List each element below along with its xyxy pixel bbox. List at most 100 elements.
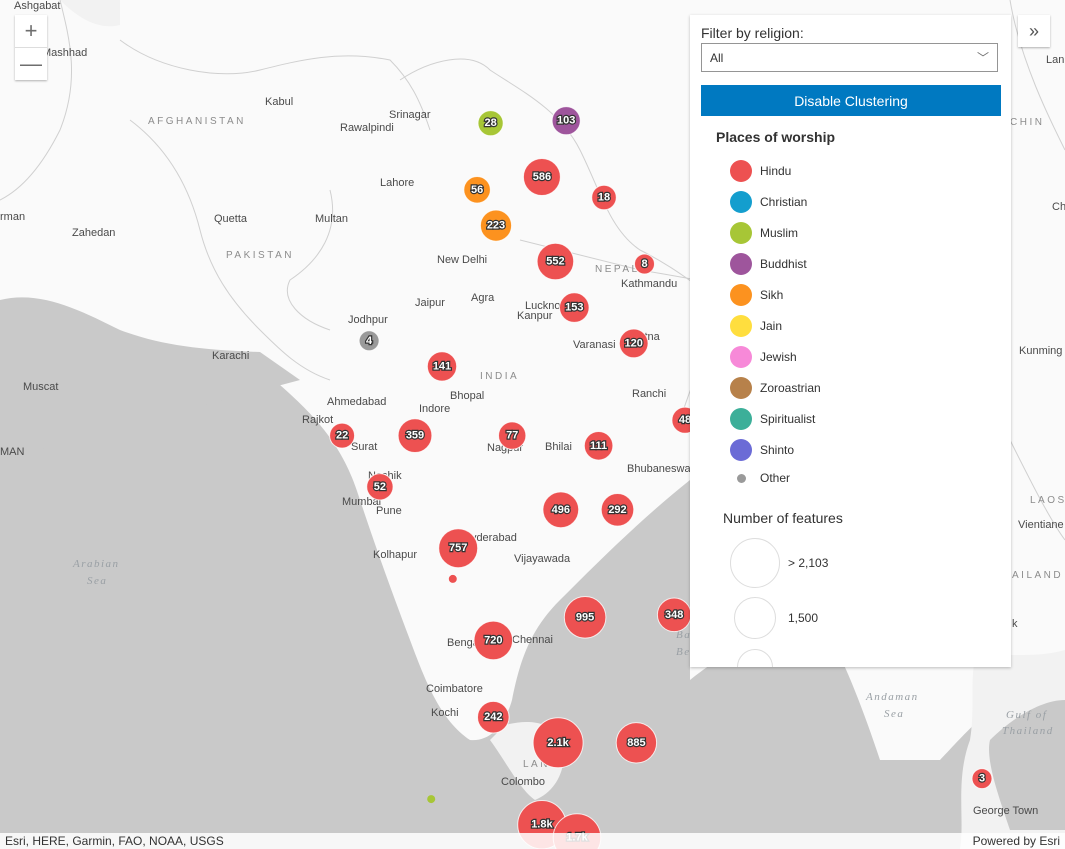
legend-item-jewish: Jewish [730,346,797,368]
place-label: Kanpur [517,310,553,322]
cluster-count-label: 141 [433,360,451,372]
sea-label: Thailand [1002,725,1054,737]
place-label: Ahmedabad [327,396,386,408]
chevron-down-icon: ﹀ [976,51,989,65]
legend-label: Jain [760,319,783,333]
legend-item-jain: Jain [730,315,782,337]
country-label: CHIN [1010,117,1044,128]
country-label: NEPAL [595,264,640,275]
cluster-count-label: 242 [484,711,502,723]
cluster-count-label: 120 [625,337,643,349]
legend-label: Spiritualist [760,412,816,426]
cluster-count-label: 496 [552,504,570,516]
place-label: Mashhad [42,47,87,59]
place-label: Multan [315,213,348,225]
place-label: Lahore [380,177,414,189]
place-label: Kathmandu [621,278,677,290]
legend-item-other: Other [730,467,790,489]
cluster-count-label: 1.8k [531,819,553,831]
place-label: Vientiane [1018,519,1064,531]
size-legend-label: > 2,103 [788,556,829,570]
legend-item-christian: Christian [730,191,807,213]
place-label: Ranchi [632,388,666,400]
place-label: Karachi [212,350,249,362]
legend-panel: Filter by religion: All ﹀ Disable Cluste… [690,15,1011,667]
country-label: LAOS [1030,495,1065,506]
place-label: Lan [1046,54,1064,66]
legend-item-buddhist: Buddhist [730,253,807,275]
filter-label: Filter by religion: [701,25,804,41]
legend-label: Jewish [760,350,797,364]
cluster-count-label: 2.1k [547,737,569,749]
religion-filter-select[interactable]: All ﹀ [701,43,998,72]
cluster-count-label: 720 [484,634,502,646]
legend-item-hindu: Hindu [730,160,791,182]
place-label: Surat [351,441,377,453]
legend-swatch [730,439,752,461]
place-label: Zahedan [72,227,115,239]
cluster-count-label: 885 [627,737,645,749]
size-legend-title: Number of features [723,510,843,526]
place-label: Srinagar [389,109,431,121]
legend-swatch [730,408,752,430]
legend-label: Shinto [760,443,795,457]
place-label: Bhubaneswar [627,463,695,475]
disable-clustering-button[interactable]: Disable Clustering [701,85,1001,116]
cluster-count-label: 18 [598,192,610,204]
place-label: George Town [973,805,1038,817]
place-label: rman [0,211,25,223]
place-label: Agra [471,292,495,304]
legend-label: Other [760,471,791,485]
cluster-count-label: 153 [565,302,583,314]
cluster-marker[interactable] [427,795,436,804]
zoom-in-button[interactable]: + [15,15,47,47]
cluster-count-label: 77 [506,430,518,442]
place-label: Vijayawada [514,553,571,565]
legend-item-shinto: Shinto [730,439,794,461]
legend-title: Places of worship [716,129,836,145]
religion-filter-value: All [710,50,724,65]
place-label: Colombo [501,776,545,788]
place-label: Coimbatore [426,683,483,695]
cluster-count-label: 995 [576,611,594,623]
place-label: New Delhi [437,254,487,266]
legend-swatch [730,377,752,399]
legend-item-muslim: Muslim [730,222,798,244]
place-label: Kochi [431,707,459,719]
cluster-count-label: 52 [374,481,386,493]
place-label: Kolhapur [373,549,417,561]
legend-label: Muslim [760,226,798,240]
place-label: Varanasi [573,339,616,351]
cluster-count-label: 292 [608,504,626,516]
place-label: Indore [419,403,450,415]
cluster-count-label: 103 [557,115,575,127]
legend-label: Christian [760,195,808,209]
zoom-out-button[interactable]: — [15,47,47,80]
place-label: Quetta [214,213,248,225]
cluster-count-label: 586 [533,171,551,183]
sea-label: Gulf of [1006,709,1048,721]
sea-label: Be [676,646,691,658]
legend-label: Sikh [760,288,784,302]
cluster-marker[interactable] [448,574,457,583]
place-label: Rawalpindi [340,122,394,134]
collapse-panel-button[interactable]: » [1018,15,1050,47]
place-label: k [1012,618,1018,630]
cluster-count-label: 3 [979,773,985,785]
cluster-count-label: 22 [336,430,348,442]
country-label: AILAND [1012,570,1063,581]
cluster-count-label: 359 [406,430,424,442]
legend-item-sikh: Sikh [730,284,783,306]
size-legend-item: 1,500 [730,597,818,639]
legend-label: Zoroastrian [760,381,821,395]
legend-swatch [737,473,746,483]
cluster-count-label: 28 [484,117,496,129]
cluster-count-label: 111 [590,440,607,452]
sea-label: Sea [884,708,904,720]
size-ring-large [730,538,780,588]
size-ring-small [737,649,773,667]
powered-by-text[interactable]: Powered by Esri [973,834,1060,848]
place-label: Kunming [1019,345,1062,357]
place-label: Jodhpur [348,314,388,326]
place-label: Kabul [265,96,293,108]
